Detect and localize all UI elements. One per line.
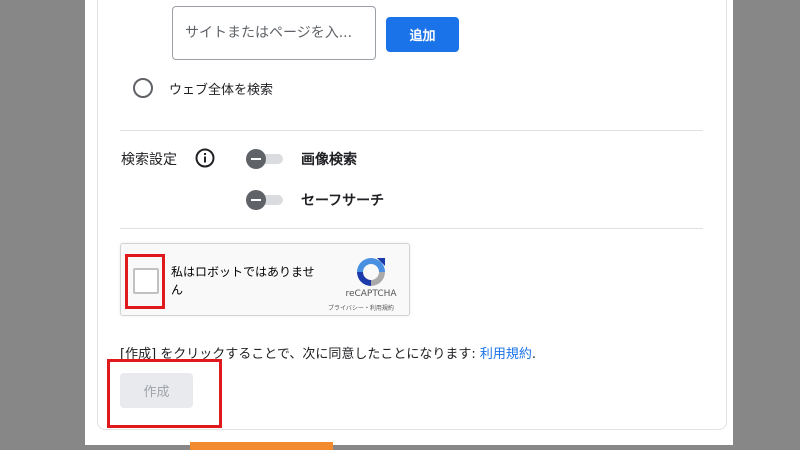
divider xyxy=(120,130,703,131)
image-search-toggle[interactable] xyxy=(246,149,283,169)
whole-web-radio[interactable] xyxy=(133,78,153,98)
divider xyxy=(120,228,703,229)
highlight-box-create xyxy=(107,359,222,428)
recaptcha-brand: reCAPTCHA xyxy=(345,289,397,299)
highlight-box-checkbox xyxy=(125,254,165,309)
whole-web-radio-row[interactable]: ウェブ全体を検索 xyxy=(133,78,273,98)
toggle-off-icon xyxy=(246,149,266,169)
site-url-input[interactable] xyxy=(172,6,376,60)
info-icon[interactable] xyxy=(195,148,215,168)
add-button[interactable]: 追加 xyxy=(386,17,459,52)
recaptcha-logo-icon xyxy=(357,258,385,286)
orange-strip xyxy=(190,442,333,450)
terms-link[interactable]: 利用規約 xyxy=(480,347,532,362)
safe-search-toggle[interactable] xyxy=(246,190,283,210)
safe-search-row[interactable]: セーフサーチ xyxy=(246,190,384,210)
image-search-row[interactable]: 画像検索 xyxy=(246,149,357,169)
recaptcha-text: 私はロボットではありません xyxy=(171,265,315,297)
safe-search-label: セーフサーチ xyxy=(301,193,385,209)
terms-period: . xyxy=(531,347,537,362)
search-settings-label: 検索設定 xyxy=(121,152,177,168)
recaptcha-links[interactable]: プライバシー・利用規約 xyxy=(311,303,411,312)
image-search-label: 画像検索 xyxy=(301,152,357,168)
whole-web-label: ウェブ全体を検索 xyxy=(169,82,274,98)
toggle-off-icon xyxy=(246,190,266,210)
